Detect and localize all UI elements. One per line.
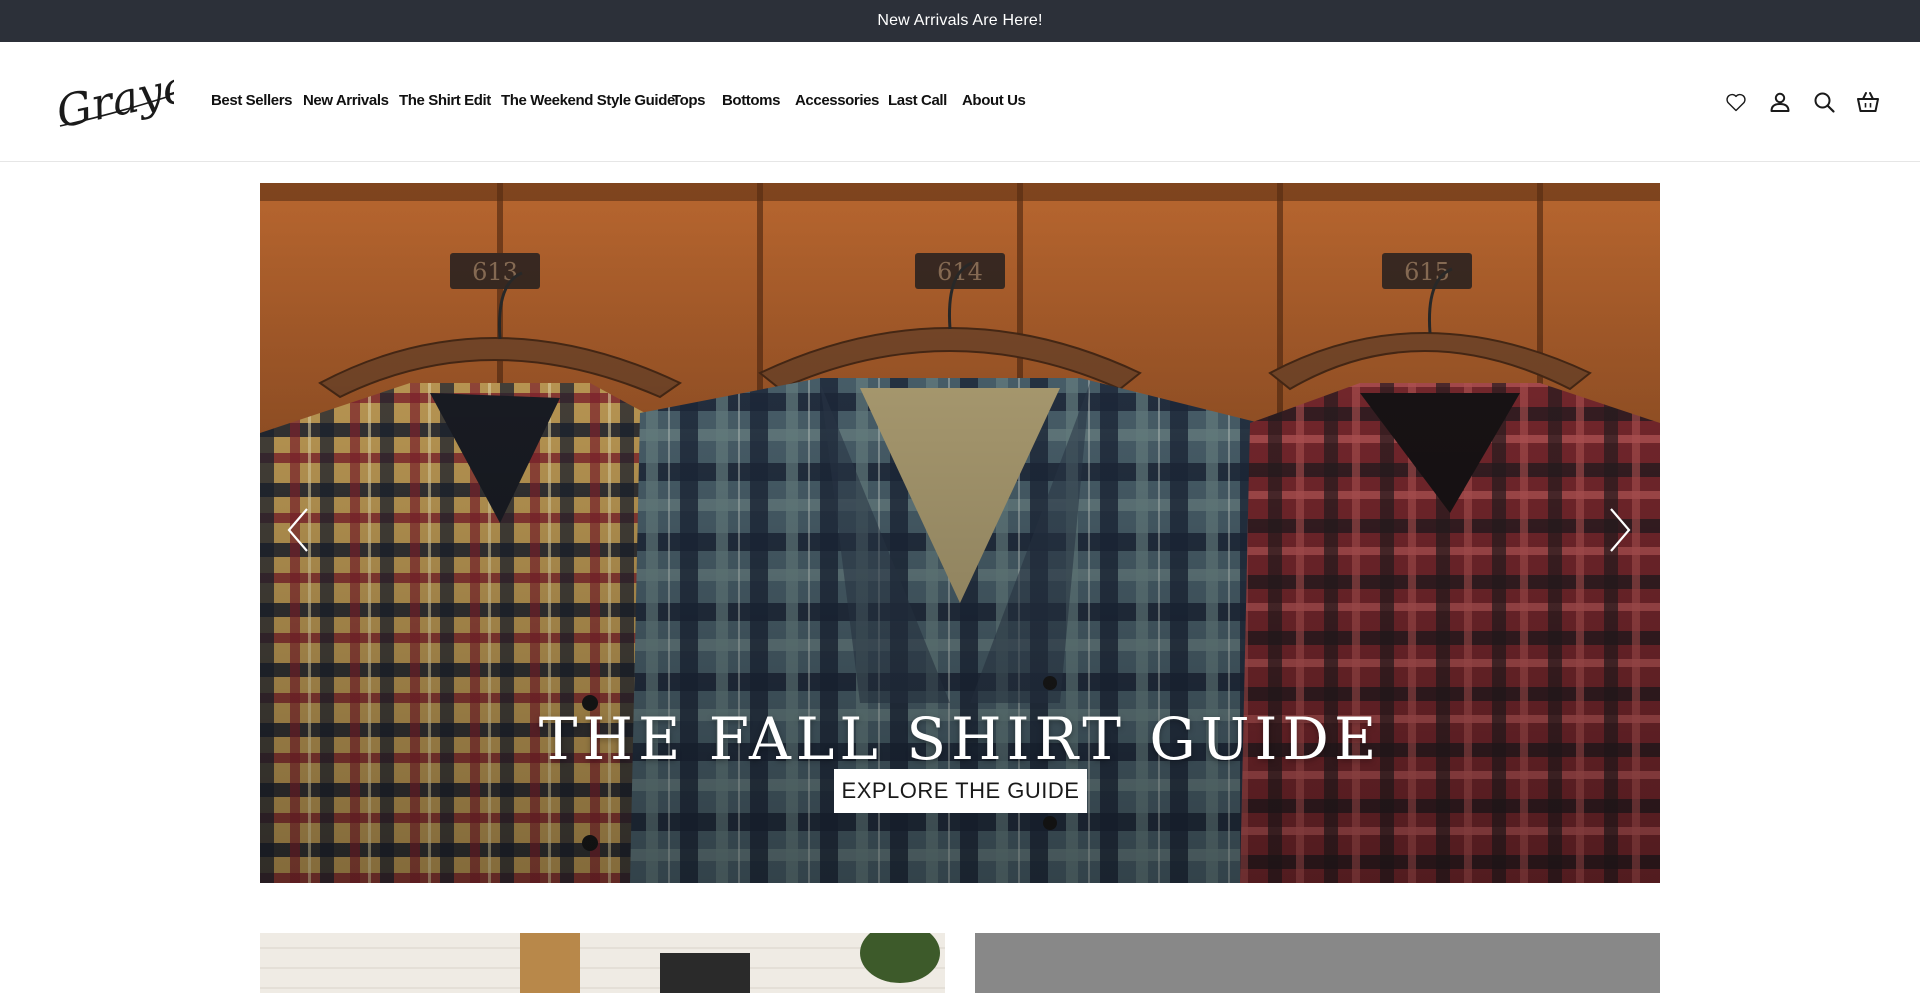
account-icon[interactable]: [1768, 90, 1792, 114]
carousel-prev-icon[interactable]: [283, 505, 313, 555]
announcement-bar: New Arrivals Are Here!: [0, 0, 1920, 42]
explore-guide-button[interactable]: EXPLORE THE GUIDE: [834, 769, 1087, 813]
heart-icon[interactable]: [1724, 90, 1748, 114]
search-icon[interactable]: [1812, 90, 1836, 114]
nav-item-shirt-edit[interactable]: The Shirt Edit: [399, 92, 491, 109]
promo-tile-right[interactable]: [975, 933, 1660, 993]
announcement-text: New Arrivals Are Here!: [877, 12, 1043, 29]
nav-item-new-arrivals[interactable]: New Arrivals: [303, 92, 389, 109]
promo-tile-left[interactable]: [260, 933, 945, 993]
main-nav: Best Sellers New Arrivals The Shirt Edit…: [211, 42, 1026, 162]
nav-item-best-sellers[interactable]: Best Sellers: [211, 92, 292, 109]
hero-title: THE FALL SHIRT GUIDE: [538, 705, 1382, 773]
nav-item-accessories[interactable]: Accessories: [795, 92, 879, 109]
brand-logo[interactable]: Grayers: [52, 52, 236, 139]
carousel-next-icon[interactable]: [1605, 505, 1635, 555]
promo-tile-right-image: [975, 933, 1660, 993]
header-icons: [1724, 84, 1880, 120]
cart-icon[interactable]: [1856, 90, 1880, 114]
nav-item-bottoms[interactable]: Bottoms: [722, 92, 780, 109]
nav-item-last-call[interactable]: Last Call: [888, 92, 947, 109]
nav-item-tops[interactable]: Tops: [672, 92, 706, 109]
hero-carousel: 613 614 615: [260, 183, 1660, 883]
nav-item-about-us[interactable]: About Us: [962, 92, 1026, 109]
nav-item-weekend-style-guide[interactable]: The Weekend Style Guide: [501, 92, 675, 109]
promo-tile-left-image: [260, 933, 945, 993]
site-header: Grayers Best Sellers New Arrivals The Sh…: [0, 42, 1920, 162]
